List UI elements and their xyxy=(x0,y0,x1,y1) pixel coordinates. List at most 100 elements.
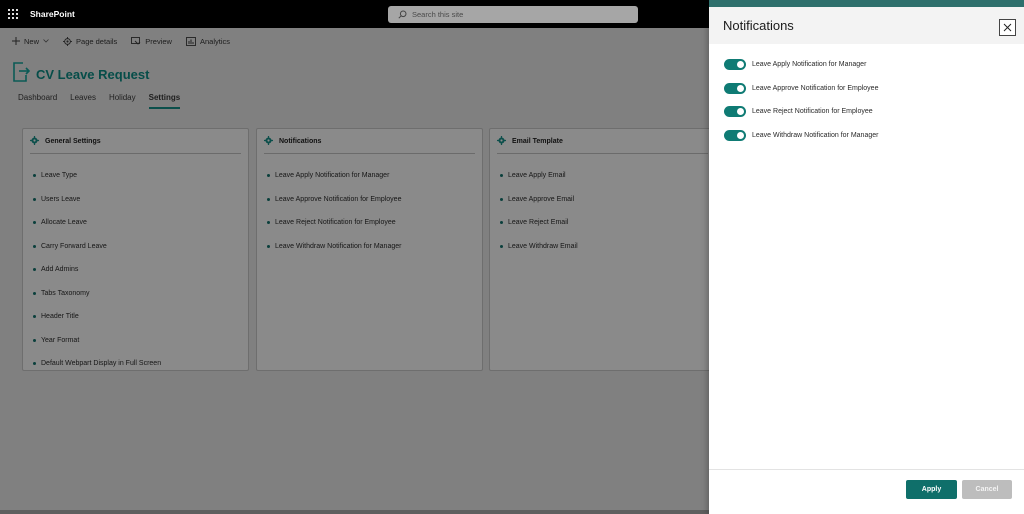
item-label: Year Format xyxy=(41,336,80,344)
preview-icon xyxy=(131,36,141,46)
bullet-icon xyxy=(267,221,270,225)
bullet-icon xyxy=(33,291,36,295)
toggle-row: Leave Apply Notification for Manager xyxy=(709,53,1024,77)
preview-button[interactable]: Preview xyxy=(131,37,172,46)
analytics-icon xyxy=(186,36,196,46)
apply-notification-toggle[interactable] xyxy=(724,59,746,71)
card-header: Email Template xyxy=(497,136,708,154)
tab-holiday[interactable]: Holiday xyxy=(109,93,136,106)
bullet-icon xyxy=(33,315,36,319)
bullet-icon xyxy=(33,362,36,366)
toggle-row: Leave Reject Notification for Employee xyxy=(709,100,1024,124)
withdraw-notification-toggle[interactable] xyxy=(724,129,746,141)
panel-header: Notifications xyxy=(709,7,1024,44)
card-title: Email Template xyxy=(512,138,563,145)
gear-icon xyxy=(497,136,506,147)
list-item[interactable]: Leave Approve Email xyxy=(490,188,715,212)
bullet-icon xyxy=(267,174,270,178)
plus-icon xyxy=(12,37,20,45)
toggle-label: Leave Approve Notification for Employee xyxy=(752,84,879,92)
item-label: Leave Apply Notification for Manager xyxy=(275,172,390,180)
item-label: Default Webpart Display in Full Screen xyxy=(41,360,162,368)
bullet-icon xyxy=(33,268,36,272)
general-settings-card: General Settings Leave Type Users Leave … xyxy=(22,128,249,371)
bullet-icon xyxy=(33,244,36,248)
reject-notification-toggle[interactable] xyxy=(724,106,746,118)
list-item[interactable]: Header Title xyxy=(23,305,248,329)
command-bar: New Page details Preview Analytics xyxy=(12,32,230,50)
notifications-card: Notifications Leave Apply Notification f… xyxy=(256,128,483,371)
card-header: Notifications xyxy=(264,136,475,154)
bullet-icon xyxy=(33,338,36,342)
tab-leaves[interactable]: Leaves xyxy=(70,93,96,106)
list-item[interactable]: Leave Reject Email xyxy=(490,211,715,235)
email-template-card: Email Template Leave Apply Email Leave A… xyxy=(489,128,716,371)
card-title: General Settings xyxy=(45,138,101,145)
gear-icon xyxy=(30,136,39,147)
bullet-icon xyxy=(33,174,36,178)
list-item[interactable]: Leave Apply Email xyxy=(490,164,715,188)
item-label: Leave Apply Email xyxy=(508,172,566,180)
bullet-icon xyxy=(500,174,503,178)
list-item[interactable]: Allocate Leave xyxy=(23,211,248,235)
close-button[interactable] xyxy=(999,19,1016,36)
toggle-row: Leave Withdraw Notification for Manager xyxy=(709,124,1024,148)
list-item[interactable]: Year Format xyxy=(23,329,248,353)
list-item[interactable]: Carry Forward Leave xyxy=(23,235,248,259)
item-label: Leave Withdraw Notification for Manager xyxy=(275,242,402,250)
list-item[interactable]: Leave Reject Notification for Employee xyxy=(257,211,482,235)
item-label: Tabs Taxonomy xyxy=(41,289,90,297)
app-launcher-icon[interactable] xyxy=(0,0,26,28)
list-item[interactable]: Leave Type xyxy=(23,164,248,188)
item-label: Leave Approve Notification for Employee xyxy=(275,195,402,203)
analytics-button[interactable]: Analytics xyxy=(186,37,230,46)
list-item[interactable]: Users Leave xyxy=(23,188,248,212)
analytics-label: Analytics xyxy=(199,36,230,46)
tab-settings[interactable]: Settings xyxy=(148,93,180,109)
page-title: CV Leave Request xyxy=(36,67,150,82)
list-item[interactable]: Leave Approve Notification for Employee xyxy=(257,188,482,212)
page-header: CV Leave Request xyxy=(12,62,149,87)
apply-button[interactable]: Apply xyxy=(906,480,957,499)
list-item[interactable]: Leave Withdraw Notification for Manager xyxy=(257,235,482,259)
gear-icon xyxy=(264,136,273,147)
tab-dashboard[interactable]: Dashboard xyxy=(18,93,57,106)
notifications-panel: Notifications Leave Apply Notification f… xyxy=(709,0,1024,514)
list-item[interactable]: Tabs Taxonomy xyxy=(23,282,248,306)
panel-accent-bar xyxy=(709,0,1024,7)
preview-label: Preview xyxy=(145,36,172,46)
bullet-icon xyxy=(500,197,503,201)
search-icon xyxy=(398,6,407,24)
exit-document-icon xyxy=(12,62,31,87)
item-label: Header Title xyxy=(41,313,79,321)
bullet-icon xyxy=(500,244,503,248)
list-item[interactable]: Leave Withdraw Email xyxy=(490,235,715,259)
search-input[interactable]: Search this site xyxy=(388,6,638,23)
new-button[interactable]: New xyxy=(12,37,49,46)
approve-notification-toggle[interactable] xyxy=(724,82,746,94)
cancel-button[interactable]: Cancel xyxy=(962,480,1012,499)
toggle-list: Leave Apply Notification for Manager Lea… xyxy=(709,53,1024,147)
item-label: Leave Type xyxy=(41,172,78,180)
page-details-button[interactable]: Page details xyxy=(63,36,118,46)
item-label: Add Admins xyxy=(41,266,79,274)
bullet-icon xyxy=(267,197,270,201)
list-item[interactable]: Default Webpart Display in Full Screen xyxy=(23,352,248,376)
tab-bar: Dashboard Leaves Holiday Settings xyxy=(18,93,180,109)
bullet-icon xyxy=(33,221,36,225)
bullet-icon xyxy=(33,197,36,201)
card-title: Notifications xyxy=(279,138,322,145)
list-item[interactable]: Leave Apply Notification for Manager xyxy=(257,164,482,188)
panel-title: Notifications xyxy=(723,18,794,33)
item-label: Leave Approve Email xyxy=(508,195,575,203)
new-label: New xyxy=(24,36,40,46)
card-header: General Settings xyxy=(30,136,241,154)
bullet-icon xyxy=(500,221,503,225)
toggle-row: Leave Approve Notification for Employee xyxy=(709,77,1024,101)
item-label: Leave Reject Notification for Employee xyxy=(275,219,396,227)
brand-label[interactable]: SharePoint xyxy=(30,9,75,19)
list-item[interactable]: Add Admins xyxy=(23,258,248,282)
item-label: Allocate Leave xyxy=(41,219,87,227)
page-details-label: Page details xyxy=(76,36,118,46)
bullet-icon xyxy=(267,244,270,248)
